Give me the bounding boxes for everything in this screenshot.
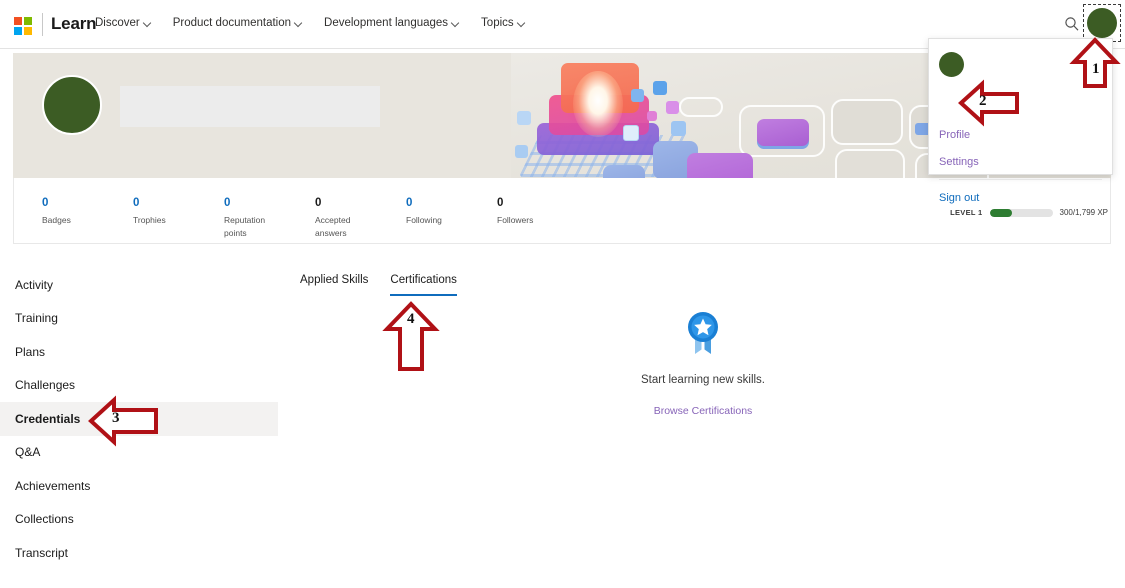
profile-name-redacted <box>120 86 380 127</box>
xp-level-indicator: LEVEL 1 300/1,799 XP <box>950 208 1108 217</box>
chevron-down-icon <box>295 20 302 27</box>
menu-item-settings[interactable]: Settings <box>939 156 979 168</box>
art-outline <box>835 149 905 178</box>
browse-certifications-link[interactable]: Browse Certifications <box>654 405 753 417</box>
menu-item-sign-out[interactable]: Sign out <box>939 192 979 204</box>
annotation-arrow-2: 2 <box>958 81 1020 125</box>
stat-value: 0 <box>497 196 533 212</box>
art-cube <box>517 111 531 125</box>
nav-item-discover[interactable]: Discover <box>95 17 151 29</box>
nav-item-product-documentation[interactable]: Product documentation <box>173 17 302 29</box>
chevron-down-icon <box>518 20 525 27</box>
tab-applied-skills[interactable]: Applied Skills <box>300 274 368 296</box>
stat-label: Following <box>406 215 442 226</box>
sidebar-item-collections[interactable]: Collections <box>0 503 280 537</box>
nav-item-development-languages[interactable]: Development languages <box>324 17 459 29</box>
xp-progress-fill <box>990 209 1012 217</box>
stat-label: Trophies <box>133 215 166 226</box>
stat-reputation-points: 0 Reputation points <box>224 196 265 239</box>
sidebar-item-training[interactable]: Training <box>0 302 280 336</box>
main-navigation: Discover Product documentation Developme… <box>95 17 525 29</box>
stat-label-line2: answers <box>315 228 350 239</box>
art-cube <box>623 125 639 141</box>
certification-ribbon-badge-icon <box>682 310 724 356</box>
art-glow <box>573 71 623 137</box>
empty-state-title: Start learning new skills. <box>560 374 846 386</box>
art-block-blue <box>603 165 645 178</box>
art-cube <box>631 89 644 102</box>
dropdown-avatar <box>939 52 964 77</box>
annotation-arrow-4: 4 <box>383 301 439 373</box>
logo-divider <box>42 13 43 36</box>
sidebar-item-activity[interactable]: Activity <box>0 268 280 302</box>
art-cube <box>666 101 679 114</box>
annotation-arrow-1: 1 <box>1071 37 1119 89</box>
art-outline <box>679 97 723 117</box>
stat-trophies: 0 Trophies <box>133 196 166 225</box>
nav-label: Topics <box>481 17 514 29</box>
nav-label: Discover <box>95 17 140 29</box>
stat-value: 0 <box>406 196 442 212</box>
menu-item-profile[interactable]: Profile <box>939 129 970 141</box>
stat-accepted-answers: 0 Accepted answers <box>315 196 350 239</box>
stat-label: Reputation <box>224 215 265 226</box>
profile-avatar[interactable] <box>42 75 102 135</box>
stat-value: 0 <box>315 196 350 212</box>
stat-following: 0 Following <box>406 196 442 225</box>
xp-progress-bar <box>990 209 1053 217</box>
sidebar-item-achievements[interactable]: Achievements <box>0 469 280 503</box>
art-outline <box>831 99 903 145</box>
art-block-purple <box>687 153 753 178</box>
art-cube <box>671 121 686 136</box>
stat-label: Accepted <box>315 215 350 226</box>
chevron-down-icon <box>144 20 151 27</box>
stat-badges: 0 Badges <box>42 196 71 225</box>
nav-label: Product documentation <box>173 17 291 29</box>
sidebar-item-plans[interactable]: Plans <box>0 335 280 369</box>
annotation-number-1: 1 <box>1092 61 1100 78</box>
stat-label: Badges <box>42 215 71 226</box>
annotation-arrow-3: 3 <box>88 396 160 446</box>
stat-label-line2: points <box>224 228 265 239</box>
stat-value: 0 <box>42 196 71 212</box>
stat-label: Followers <box>497 215 533 226</box>
profile-stats-card: 0 Badges 0 Trophies 0 Reputation points … <box>13 178 1111 244</box>
art-cube <box>515 145 528 158</box>
credentials-tabs: Applied Skills Certifications <box>300 274 457 296</box>
stat-value: 0 <box>224 196 265 212</box>
nav-item-topics[interactable]: Topics <box>481 17 525 29</box>
level-label: LEVEL 1 <box>950 208 982 217</box>
xp-value: 300/1,799 XP <box>1060 208 1108 217</box>
chevron-down-icon <box>452 20 459 27</box>
nav-label: Development languages <box>324 17 448 29</box>
stat-value: 0 <box>133 196 166 212</box>
annotation-number-3: 3 <box>112 410 120 427</box>
microsoft-logo-icon[interactable] <box>14 17 32 35</box>
annotation-number-2: 2 <box>979 93 987 110</box>
search-icon[interactable] <box>1063 15 1081 33</box>
tab-certifications[interactable]: Certifications <box>390 274 456 296</box>
menu-divider <box>939 179 1102 180</box>
art-cube <box>653 81 667 95</box>
certifications-empty-state: Start learning new skills. Browse Certif… <box>560 310 846 419</box>
art-block-purple <box>757 119 809 146</box>
art-cube <box>647 111 657 121</box>
stat-followers: 0 Followers <box>497 196 533 225</box>
annotation-number-4: 4 <box>407 311 415 328</box>
brand-title[interactable]: Learn <box>51 14 96 34</box>
sidebar-item-transcript[interactable]: Transcript <box>0 536 280 570</box>
